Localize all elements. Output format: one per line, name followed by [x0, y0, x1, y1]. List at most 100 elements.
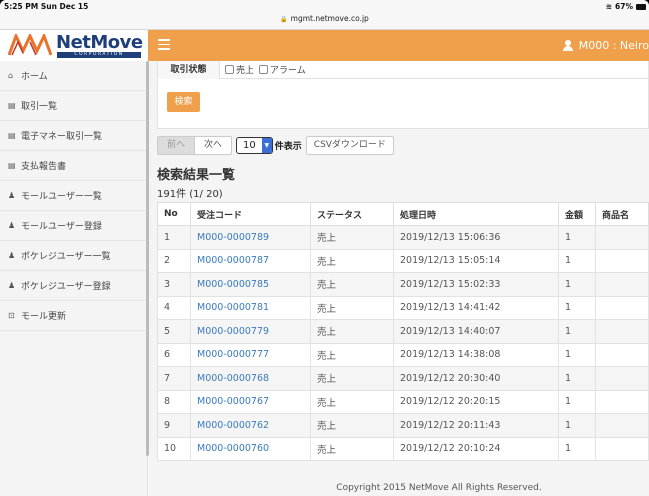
menu-toggle-icon[interactable] — [158, 39, 170, 51]
user-icon: ♟ — [8, 191, 16, 200]
table-row[interactable]: 1 M000-0000789 売上 2019/12/13 15:06:36 1 — [157, 225, 649, 250]
cell-order-code-link[interactable]: M000-0000785 — [190, 272, 311, 297]
table-row[interactable]: 8 M000-0000767 売上 2019/12/12 20:20:15 1 — [157, 389, 649, 414]
footer-copyright: Copyright 2015 NetMove All Rights Reserv… — [336, 483, 542, 493]
user-name: M000 : Neiro — [578, 39, 649, 52]
cell-order-code-link[interactable]: M000-0000779 — [190, 319, 311, 344]
cart-icon: ⊡ — [8, 311, 15, 320]
sidebar-item-payment-report[interactable]: ▤ 支払報告書 — [0, 151, 147, 181]
per-page-select[interactable]: 10 ▼ — [236, 136, 273, 154]
cell-order-code-link[interactable]: M000-0000767 — [190, 389, 311, 414]
table-row[interactable]: 4 M000-0000781 売上 2019/12/13 14:41:42 1 — [157, 295, 649, 320]
battery-icon — [636, 3, 646, 10]
cell-amount: 1 — [558, 248, 596, 273]
table-row[interactable]: 9 M000-0000762 売上 2019/12/12 20:11:43 1 — [157, 413, 649, 438]
cell-no: 6 — [157, 342, 191, 367]
cell-datetime: 2019/12/13 15:02:33 — [393, 272, 559, 297]
column-header-datetime[interactable]: 処理日時 — [393, 202, 559, 226]
column-header-amount[interactable]: 金額 — [558, 202, 596, 226]
logo-text: NetMove — [56, 32, 143, 53]
cell-no: 3 — [157, 272, 191, 297]
column-header-product[interactable]: 商品名 — [595, 202, 649, 226]
checkbox-sales[interactable] — [225, 65, 234, 74]
sidebar-item-mall-users[interactable]: ♟ モールユーザー一覧 — [0, 181, 147, 211]
sidebar-item-pokereji-user-register[interactable]: ♟ ポケレジユーザー登録 — [0, 271, 147, 301]
checkbox-alarm[interactable] — [259, 65, 269, 74]
cell-status: 売上 — [310, 436, 394, 461]
cell-no: 9 — [157, 413, 191, 438]
status-time: 5:25 PM Sun Dec 15 — [4, 2, 89, 11]
table-row[interactable]: 2 M000-0000787 売上 2019/12/13 15:05:14 1 — [157, 248, 649, 273]
lock-icon: 🔒 — [280, 16, 288, 23]
sidebar-item-label: モールユーザー登録 — [21, 222, 102, 232]
sidebar-item-mall-user-register[interactable]: ♟ モールユーザー登録 — [0, 211, 147, 241]
table-row[interactable]: 7 M000-0000768 売上 2019/12/12 20:30:40 1 — [157, 366, 649, 391]
logo-subtext: CORPORATION — [57, 52, 141, 58]
filter-label: 取引状態 — [158, 60, 220, 79]
cell-no: 5 — [157, 319, 191, 344]
sidebar-item-label: モール更新 — [21, 312, 67, 322]
sidebar-item-home[interactable]: ⌂ ホーム — [0, 61, 147, 91]
cell-status: 売上 — [310, 225, 394, 250]
sidebar-item-pokereji-users[interactable]: ♟ ポケレジユーザー一覧 — [0, 241, 147, 271]
cell-status: 売上 — [310, 272, 394, 297]
checkbox-sales-label[interactable]: 売上 — [236, 63, 254, 76]
column-header-status[interactable]: ステータス — [310, 202, 394, 226]
cell-datetime: 2019/12/13 15:06:36 — [393, 225, 559, 250]
next-page-button[interactable]: 次へ — [195, 135, 233, 155]
cell-order-code-link[interactable]: M000-0000781 — [190, 295, 311, 320]
cell-datetime: 2019/12/12 20:11:43 — [393, 413, 559, 438]
column-header-order-code[interactable]: 受注コード — [190, 202, 311, 226]
users-icon: ♟ — [8, 251, 16, 260]
sidebar-item-label: ホーム — [21, 72, 48, 82]
sidebar-item-label: ポケレジユーザー登録 — [21, 282, 111, 292]
cell-status: 売上 — [310, 413, 394, 438]
table-row[interactable]: 6 M000-0000777 売上 2019/12/13 14:38:08 1 — [157, 342, 649, 367]
cell-order-code-link[interactable]: M000-0000777 — [190, 342, 311, 367]
cell-datetime: 2019/12/12 20:30:40 — [393, 366, 559, 391]
user-menu[interactable]: M000 : Neiro — [562, 30, 649, 61]
cell-amount: 1 — [558, 342, 596, 367]
cell-product — [595, 366, 649, 391]
csv-download-button[interactable]: CSVダウンロード — [305, 135, 394, 155]
cell-order-code-link[interactable]: M000-0000768 — [190, 366, 311, 391]
table-header-row: No 受注コード ステータス 処理日時 金額 商品名 — [157, 202, 649, 226]
prev-page-button[interactable]: 前へ — [157, 135, 196, 155]
cell-order-code-link[interactable]: M000-0000789 — [190, 225, 311, 250]
cell-order-code-link[interactable]: M000-0000760 — [190, 436, 311, 461]
document-icon: ▤ — [8, 131, 16, 140]
status-bar: 5:25 PM Sun Dec 15 ≋ 67% 🔒 mgmt.netmove.c… — [0, 0, 649, 30]
cell-datetime: 2019/12/13 14:41:42 — [393, 295, 559, 320]
cell-product — [595, 225, 649, 250]
cell-amount: 1 — [558, 295, 596, 320]
per-page-label: 件表示 — [274, 141, 302, 152]
checkbox-alarm-label[interactable]: アラーム — [270, 63, 306, 76]
cell-product — [595, 436, 649, 461]
table-row[interactable]: 10 M000-0000760 売上 2019/12/12 20:10:24 1 — [157, 436, 649, 461]
logo[interactable]: NetMove CORPORATION — [0, 30, 148, 61]
cell-order-code-link[interactable]: M000-0000787 — [190, 248, 311, 273]
sidebar-item-label: 支払報告書 — [21, 162, 67, 172]
sidebar-item-mall-update[interactable]: ⊡ モール更新 — [0, 301, 147, 331]
column-header-no[interactable]: No — [157, 202, 191, 226]
table-row[interactable]: 5 M000-0000779 売上 2019/12/13 14:40:07 1 — [157, 319, 649, 344]
cell-order-code-link[interactable]: M000-0000762 — [190, 413, 311, 438]
user-icon: ♟ — [8, 221, 16, 230]
cell-status: 売上 — [310, 366, 394, 391]
cell-product — [595, 319, 649, 344]
user-icon — [562, 39, 574, 52]
cell-product — [595, 272, 649, 297]
sidebar: ⌂ ホーム ▤ 取引一覧 ▤ 電子マネー取引一覧 ▤ 支払報告書 ♟ モールユーザー一覧 … — [0, 61, 148, 496]
sidebar-item-transactions[interactable]: ▤ 取引一覧 — [0, 91, 147, 121]
top-header: NetMove CORPORATION M000 : Neiro — [0, 30, 649, 61]
browser-frame: 5:25 PM Sun Dec 15 ≋ 67% 🔒 mgmt.netmove.c… — [0, 0, 649, 496]
cell-product — [595, 413, 649, 438]
sidebar-item-emoney-transactions[interactable]: ▤ 電子マネー取引一覧 — [0, 121, 147, 151]
url-bar[interactable]: 🔒 mgmt.netmove.co.jp — [0, 14, 649, 23]
table-row[interactable]: 3 M000-0000785 売上 2019/12/13 15:02:33 1 — [157, 272, 649, 297]
chevron-down-icon: ▼ — [261, 137, 272, 153]
document-icon: ▤ — [8, 161, 16, 170]
cell-no: 10 — [157, 436, 191, 461]
search-button[interactable]: 検索 — [167, 92, 200, 112]
main-content: 取引状態 売上 アラーム 検索 前へ 次へ 10 ▼ 件表示 CSVダウンロード… — [149, 60, 649, 496]
